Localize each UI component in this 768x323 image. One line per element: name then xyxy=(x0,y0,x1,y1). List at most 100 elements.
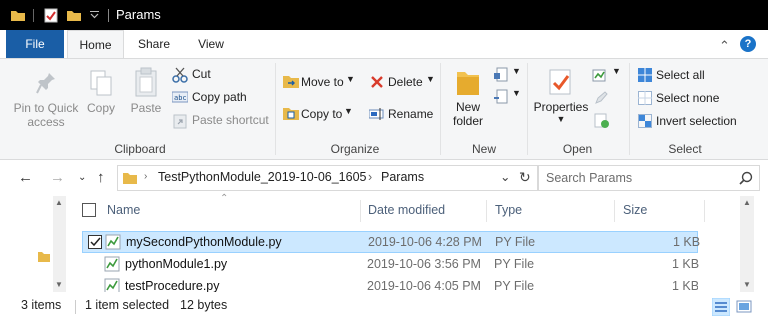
collapse-ribbon-icon[interactable]: ⌃ xyxy=(719,38,730,54)
paste-shortcut-button[interactable]: Paste shortcut xyxy=(192,113,269,127)
move-to-button[interactable]: Move to xyxy=(301,75,344,89)
column-header-name[interactable]: Name xyxy=(107,196,140,224)
open-with-icon[interactable] xyxy=(592,67,608,83)
properties-dropdown-icon[interactable]: ▼ xyxy=(532,114,590,124)
invert-selection-button[interactable]: Invert selection xyxy=(656,114,737,128)
navigation-pane-scrollbar[interactable]: ▲ ▼ xyxy=(53,196,66,292)
recent-locations-chevron-icon[interactable]: ⌄ xyxy=(78,172,86,183)
item-count: 3 items xyxy=(21,298,62,312)
select-all-checkbox[interactable] xyxy=(82,203,96,217)
file-size: 1 KB xyxy=(672,257,700,271)
file-type: PY File xyxy=(494,279,535,292)
new-group-label: New xyxy=(471,142,496,156)
history-icon[interactable] xyxy=(594,113,610,129)
file-row[interactable]: pythonModule1.py 2019-10-06 3:56 PM PY F… xyxy=(82,254,700,276)
back-arrow-icon[interactable]: ← xyxy=(18,169,33,186)
column-divider[interactable] xyxy=(360,200,361,222)
breadcrumb-item[interactable]: Params xyxy=(381,170,424,184)
copy-to-button[interactable]: Copy to xyxy=(301,107,342,121)
search-box[interactable]: Search Params xyxy=(538,165,760,191)
ribbon: Pin to Quick access Copy Paste Cut abc C… xyxy=(0,58,768,160)
paste-button[interactable]: Paste xyxy=(126,67,166,115)
cut-button[interactable]: Cut xyxy=(192,67,211,81)
navigation-bar: ← → ⌄ ↑ › TestPythonModule_2019-10-06_16… xyxy=(0,160,768,196)
breadcrumb-item[interactable]: TestPythonModule_2019-10-06_1605 xyxy=(158,170,367,184)
organize-group-label: Organize xyxy=(330,142,380,156)
file-name[interactable]: mySecondPythonModule.py xyxy=(126,235,282,249)
scroll-down-icon[interactable]: ▼ xyxy=(743,280,751,289)
pin-icon xyxy=(36,73,55,94)
select-all-button[interactable]: Select all xyxy=(656,68,705,82)
row-checkbox[interactable] xyxy=(88,235,102,249)
checkmark-icon xyxy=(90,237,101,247)
title-divider xyxy=(33,9,34,22)
tab-share[interactable]: Share xyxy=(130,30,178,58)
open-dropdown-icon[interactable]: ▼ xyxy=(612,66,621,76)
breadcrumb-separator-icon[interactable]: › xyxy=(368,170,372,184)
address-bar[interactable]: › TestPythonModule_2019-10-06_1605 › Par… xyxy=(117,165,538,191)
move-to-dropdown-icon[interactable]: ▼ xyxy=(346,74,355,84)
large-icons-view-icon[interactable] xyxy=(736,299,752,315)
navigation-pane: ▲ ▼ xyxy=(36,196,68,292)
details-view-icon[interactable] xyxy=(712,298,730,316)
up-arrow-icon[interactable]: ↑ xyxy=(97,169,105,186)
copy-to-folder-icon xyxy=(283,108,299,120)
tab-home[interactable]: Home xyxy=(67,30,124,59)
folder-icon xyxy=(38,252,50,262)
group-divider xyxy=(527,63,528,155)
refresh-icon[interactable]: ↻ xyxy=(519,169,531,186)
column-divider[interactable] xyxy=(614,200,615,222)
file-type: PY File xyxy=(495,235,536,249)
file-size: 1 KB xyxy=(672,279,698,292)
new-folder-button[interactable]: New folder xyxy=(446,67,490,128)
delete-button[interactable]: Delete xyxy=(388,75,423,89)
copy-button[interactable]: Copy xyxy=(84,67,118,115)
new-item-dropdown-icon[interactable]: ▼ xyxy=(512,66,521,76)
column-header-type[interactable]: Type xyxy=(495,196,522,224)
move-to-folder-icon xyxy=(283,76,299,88)
column-header-size[interactable]: Size xyxy=(623,196,647,224)
easy-access-icon[interactable] xyxy=(494,89,510,105)
select-none-button[interactable]: Select none xyxy=(656,91,719,105)
properties-button[interactable]: Properties ▼ xyxy=(532,67,590,124)
edit-icon[interactable] xyxy=(594,91,608,105)
delete-dropdown-icon[interactable]: ▼ xyxy=(426,74,435,84)
copy-icon xyxy=(90,70,112,96)
scroll-down-icon[interactable]: ▼ xyxy=(55,280,63,289)
copy-to-dropdown-icon[interactable]: ▼ xyxy=(344,106,353,116)
python-file-icon xyxy=(105,234,121,250)
title-divider xyxy=(108,9,109,22)
column-divider[interactable] xyxy=(486,200,487,222)
open-group-label: Open xyxy=(562,142,593,156)
file-date: 2019-10-06 3:56 PM xyxy=(367,257,481,271)
group-divider xyxy=(629,63,630,155)
customize-chevron-icon[interactable] xyxy=(90,11,99,19)
copy-path-button[interactable]: Copy path xyxy=(192,90,247,104)
pin-to-quick-access-button[interactable]: Pin to Quick access xyxy=(8,67,84,129)
help-icon[interactable]: ? xyxy=(740,36,756,52)
properties-label: Properties xyxy=(533,100,589,114)
file-row[interactable]: testProcedure.py 2019-10-06 4:05 PM PY F… xyxy=(82,276,698,292)
file-row-selected[interactable]: mySecondPythonModule.py 2019-10-06 4:28 … xyxy=(82,231,700,253)
address-dropdown-icon[interactable]: ⌄ xyxy=(500,169,510,184)
group-divider xyxy=(275,63,276,155)
tab-view[interactable]: View xyxy=(188,30,234,58)
file-name[interactable]: pythonModule1.py xyxy=(125,257,227,271)
tab-file[interactable]: File xyxy=(6,30,64,58)
column-divider[interactable] xyxy=(704,200,705,222)
breadcrumb-separator-icon[interactable]: › xyxy=(144,171,147,182)
scroll-up-icon[interactable]: ▲ xyxy=(55,198,63,207)
properties-checkmark-icon[interactable] xyxy=(44,8,58,23)
column-header-date[interactable]: Date modified xyxy=(368,196,445,224)
new-folder-icon[interactable] xyxy=(66,8,82,22)
file-name[interactable]: testProcedure.py xyxy=(125,279,220,292)
new-item-icon[interactable] xyxy=(494,67,510,83)
file-list-scrollbar[interactable]: ▲ ▼ xyxy=(740,196,754,292)
forward-arrow-icon[interactable]: → xyxy=(50,169,65,186)
rename-button[interactable]: Rename xyxy=(388,107,433,121)
easy-access-dropdown-icon[interactable]: ▼ xyxy=(512,88,521,98)
new-folder-label-line2: folder xyxy=(452,114,484,128)
group-divider xyxy=(440,63,441,155)
scroll-up-icon[interactable]: ▲ xyxy=(743,198,751,207)
search-icon[interactable] xyxy=(739,171,753,185)
